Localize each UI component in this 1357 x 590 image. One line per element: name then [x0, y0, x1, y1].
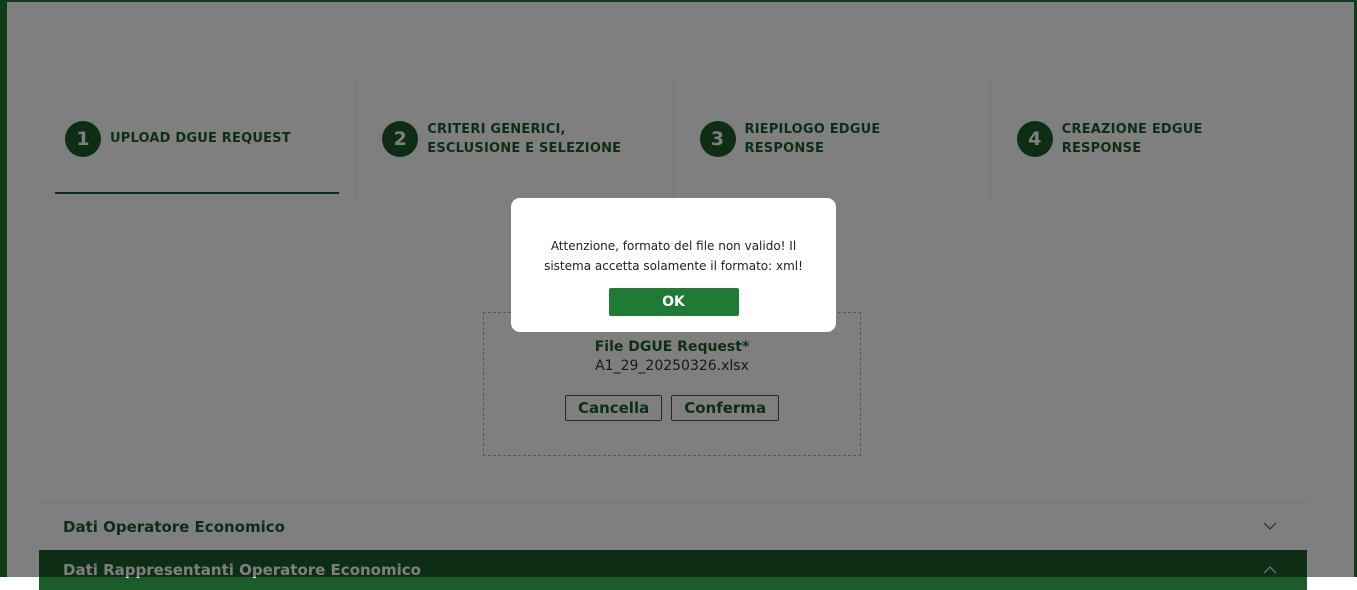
dialog-message: Attenzione, formato del file non valido!…: [544, 239, 803, 273]
error-dialog: Attenzione, formato del file non valido!…: [511, 198, 836, 332]
ok-button[interactable]: OK: [608, 288, 739, 316]
